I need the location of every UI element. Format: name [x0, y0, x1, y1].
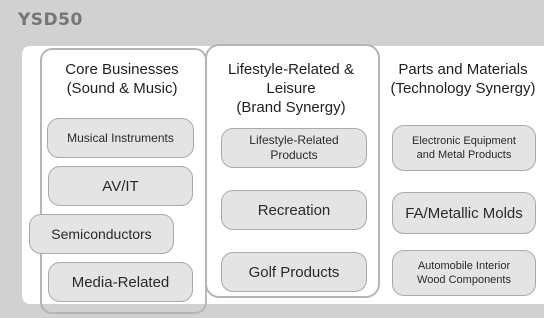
fa-metallic-molds-pill: FA/Metallic Molds	[392, 192, 536, 234]
text-line: FA/Metallic Molds	[405, 204, 523, 222]
pill-label: Automobile Interior Wood Components	[417, 259, 511, 287]
parts-heading: Parts and Materials (Technology Synergy)	[382, 60, 544, 98]
text-line: Automobile Interior	[417, 260, 511, 272]
pill-label: Recreation	[258, 202, 331, 219]
text-line: Lifestyle-Related &	[228, 61, 354, 78]
text-line: Leisure	[266, 80, 316, 97]
core-businesses-heading: Core Businesses (Sound & Music)	[46, 60, 198, 98]
recreation-pill: Recreation	[221, 190, 367, 230]
text-line: Media-Related	[71, 273, 170, 291]
text-line: Parts and Materials	[398, 61, 528, 78]
pill-label: AV/IT	[102, 178, 138, 195]
text-line: (Technology Synergy)	[390, 80, 536, 97]
text-line: Semiconductors	[51, 226, 152, 242]
musical-instruments-pill: Musical Instruments	[47, 118, 194, 158]
text-line: Recreation	[257, 201, 331, 219]
pill-label: Semiconductors	[51, 226, 151, 242]
av-it-pill: AV/IT	[48, 166, 193, 206]
electronic-equipment-pill: Electronic Equipment and Metal Products	[392, 125, 536, 171]
parts-heading-line: Parts and Materials (Technology Synergy)	[382, 60, 544, 98]
pill-label: Musical Instruments	[67, 131, 174, 146]
lifestyle-products-pill: Lifestyle-Related Products	[221, 128, 367, 168]
pill-label: Lifestyle-Related Products	[249, 133, 338, 163]
text-line: Wood Components	[417, 274, 511, 286]
pill-label: Golf Products	[249, 264, 340, 281]
pill-label: Electronic Equipment and Metal Products	[412, 134, 516, 162]
pill-label: FA/Metallic Molds	[405, 205, 523, 222]
lifestyle-heading: Lifestyle-Related & Leisure (Brand Synergy…	[208, 60, 374, 117]
text-line: Core Businesses	[65, 61, 179, 78]
text-line: Electronic Equipment	[412, 135, 516, 147]
golf-products-pill: Golf Products	[221, 252, 367, 292]
core-heading-line: Core Businesses (Sound & Music)	[46, 60, 198, 98]
brand-label: YSD50	[18, 10, 83, 30]
text-line: (Sound & Music)	[66, 80, 178, 97]
pill-label: Media-Related	[72, 274, 170, 291]
text-line: Golf Products	[248, 263, 340, 281]
text-line: Musical Instruments	[67, 130, 174, 145]
text-line: Lifestyle-Related	[249, 133, 339, 147]
text-line: and Metal Products	[416, 149, 512, 161]
semiconductors-pill: Semiconductors	[29, 214, 174, 254]
automobile-interior-pill: Automobile Interior Wood Components	[392, 250, 536, 296]
lifestyle-heading-line: Lifestyle-Related & Leisure (Brand Synergy…	[208, 60, 374, 117]
media-related-pill: Media-Related	[48, 262, 193, 302]
text-line: AV/IT	[102, 177, 139, 195]
text-line: Products	[270, 148, 318, 162]
text-line: (Brand Synergy)	[236, 99, 346, 116]
diagram-canvas: YSD50 Core Businesses (Sound & Music) Lif…	[0, 0, 544, 318]
